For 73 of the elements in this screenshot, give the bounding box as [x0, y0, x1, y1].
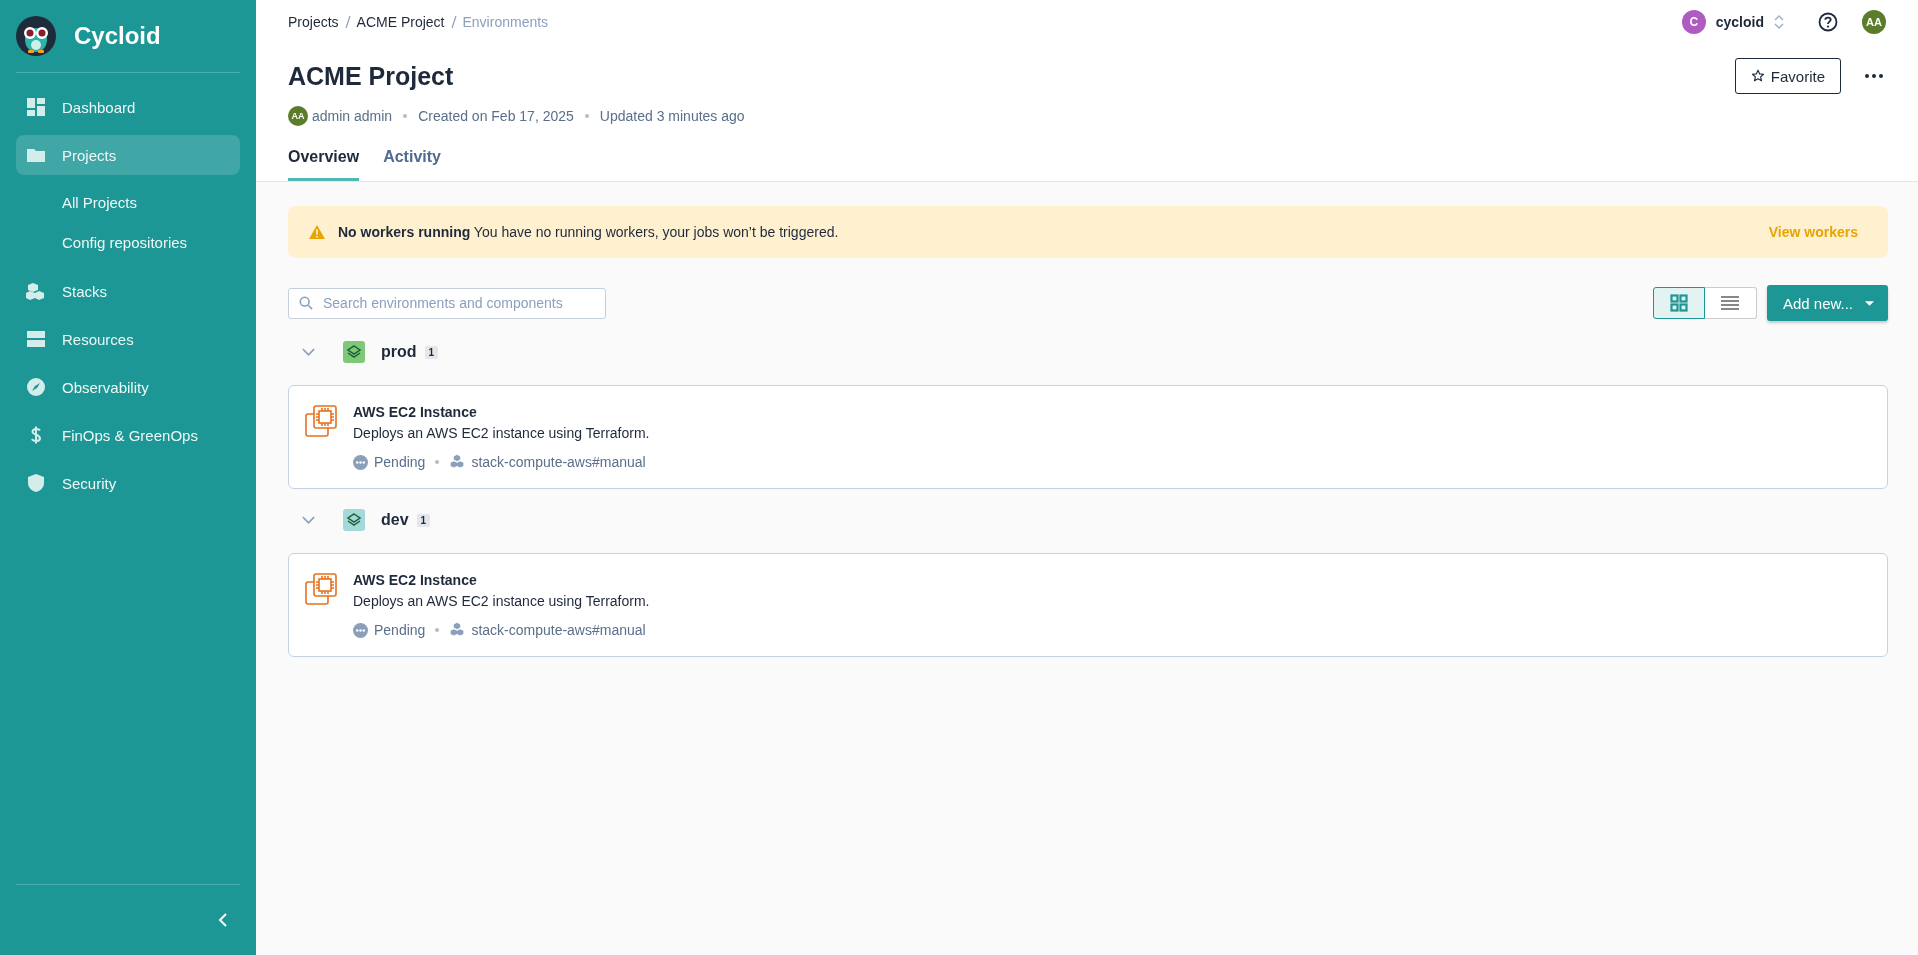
search-field[interactable]: Search environments and components: [288, 287, 606, 319]
add-new-button[interactable]: Add new...: [1766, 285, 1888, 321]
count-badge: 1: [416, 513, 431, 527]
slash-separator-icon: [344, 15, 351, 29]
grid-icon: [1669, 294, 1688, 312]
help-icon[interactable]: [1818, 12, 1838, 32]
status-text: Pending: [374, 454, 426, 470]
nav-item[interactable]: FinOps & GreenOps: [16, 415, 240, 455]
org-avatar: C: [1681, 10, 1706, 34]
nav-item[interactable]: Stacks: [16, 271, 240, 311]
count-badge: 1: [424, 345, 439, 359]
nav-item[interactable]: Projects: [16, 135, 240, 175]
separator-dot: [403, 114, 408, 118]
owner-avatar: AA: [288, 106, 308, 126]
chevron-down-icon[interactable]: [302, 348, 315, 356]
brand-name: Cycloid: [74, 22, 161, 50]
org-name[interactable]: cycloid: [1715, 14, 1764, 30]
warning-icon: [308, 224, 326, 240]
pending-icon: [353, 622, 368, 638]
separator-dot: [584, 114, 589, 118]
stack-name[interactable]: stack-compute-aws#manual: [471, 622, 646, 638]
grid-view-button[interactable]: [1652, 287, 1705, 319]
environment-name[interactable]: prod: [381, 343, 417, 361]
owner-name: admin admin: [312, 108, 393, 124]
updated-time: Updated 3 minutes ago: [599, 108, 745, 124]
component-name: AWS EC2 Instance: [353, 404, 478, 420]
environment-name[interactable]: dev: [381, 511, 409, 529]
tab[interactable]: Overview: [288, 144, 360, 181]
resources-icon: [26, 329, 46, 349]
stack-icon: [449, 454, 466, 470]
compass-icon: [26, 377, 46, 397]
nav-item[interactable]: Dashboard: [16, 87, 240, 127]
chip-icon: [305, 573, 339, 607]
pending-icon: [353, 454, 368, 470]
component-card[interactable]: AWS EC2 Instance Deploys an AWS EC2 instance using Terraform. Pending stack-compute-aws#manual: [288, 385, 1888, 489]
nav-subitem[interactable]: Config repositories: [16, 223, 240, 263]
separator-dot: [435, 460, 440, 464]
chevron-left-icon[interactable]: [218, 913, 228, 927]
more-options-icon[interactable]: [1865, 74, 1883, 78]
nav-subitem[interactable]: All Projects: [16, 183, 240, 223]
breadcrumb-link[interactable]: Projects: [288, 14, 339, 30]
breadcrumb-link[interactable]: ACME Project: [356, 14, 445, 30]
chip-icon: [305, 405, 339, 439]
stacks-icon: [26, 281, 46, 301]
stack-name[interactable]: stack-compute-aws#manual: [471, 454, 646, 470]
created-date: Created on Feb 17, 2025: [418, 108, 574, 124]
star-icon: [1750, 69, 1765, 83]
chevron-up-down-icon[interactable]: [1774, 14, 1784, 30]
project-title: ACME Project: [288, 61, 454, 91]
nav-item[interactable]: Security: [16, 463, 240, 503]
owl-logo-icon: [16, 16, 56, 56]
list-view-button[interactable]: [1704, 287, 1757, 319]
slash-separator-icon: [450, 15, 457, 29]
nav-item[interactable]: Observability: [16, 367, 240, 407]
shield-icon: [26, 473, 46, 493]
separator-dot: [435, 628, 440, 632]
search-icon: [299, 296, 313, 310]
dashboard-icon: [26, 97, 46, 117]
tab[interactable]: Activity: [383, 144, 441, 181]
user-avatar[interactable]: AA: [1862, 10, 1886, 34]
status-text: Pending: [374, 622, 426, 638]
caret-down-icon: [1865, 300, 1874, 306]
list-icon: [1721, 296, 1740, 310]
favorite-button[interactable]: Favorite: [1734, 58, 1841, 94]
component-name: AWS EC2 Instance: [353, 572, 478, 588]
component-card[interactable]: AWS EC2 Instance Deploys an AWS EC2 instance using Terraform. Pending stack-compute-aws#manual: [288, 553, 1888, 657]
stack-icon: [449, 622, 466, 638]
breadcrumb-link[interactable]: Environments: [462, 14, 549, 30]
nav-item[interactable]: Resources: [16, 319, 240, 359]
chevron-down-icon[interactable]: [302, 516, 315, 524]
component-description: Deploys an AWS EC2 instance using Terraform.: [353, 593, 650, 609]
warning-message: No workers running You have no running workers, your jobs won’t be triggered.: [338, 224, 840, 240]
component-description: Deploys an AWS EC2 instance using Terraform.: [353, 425, 650, 441]
